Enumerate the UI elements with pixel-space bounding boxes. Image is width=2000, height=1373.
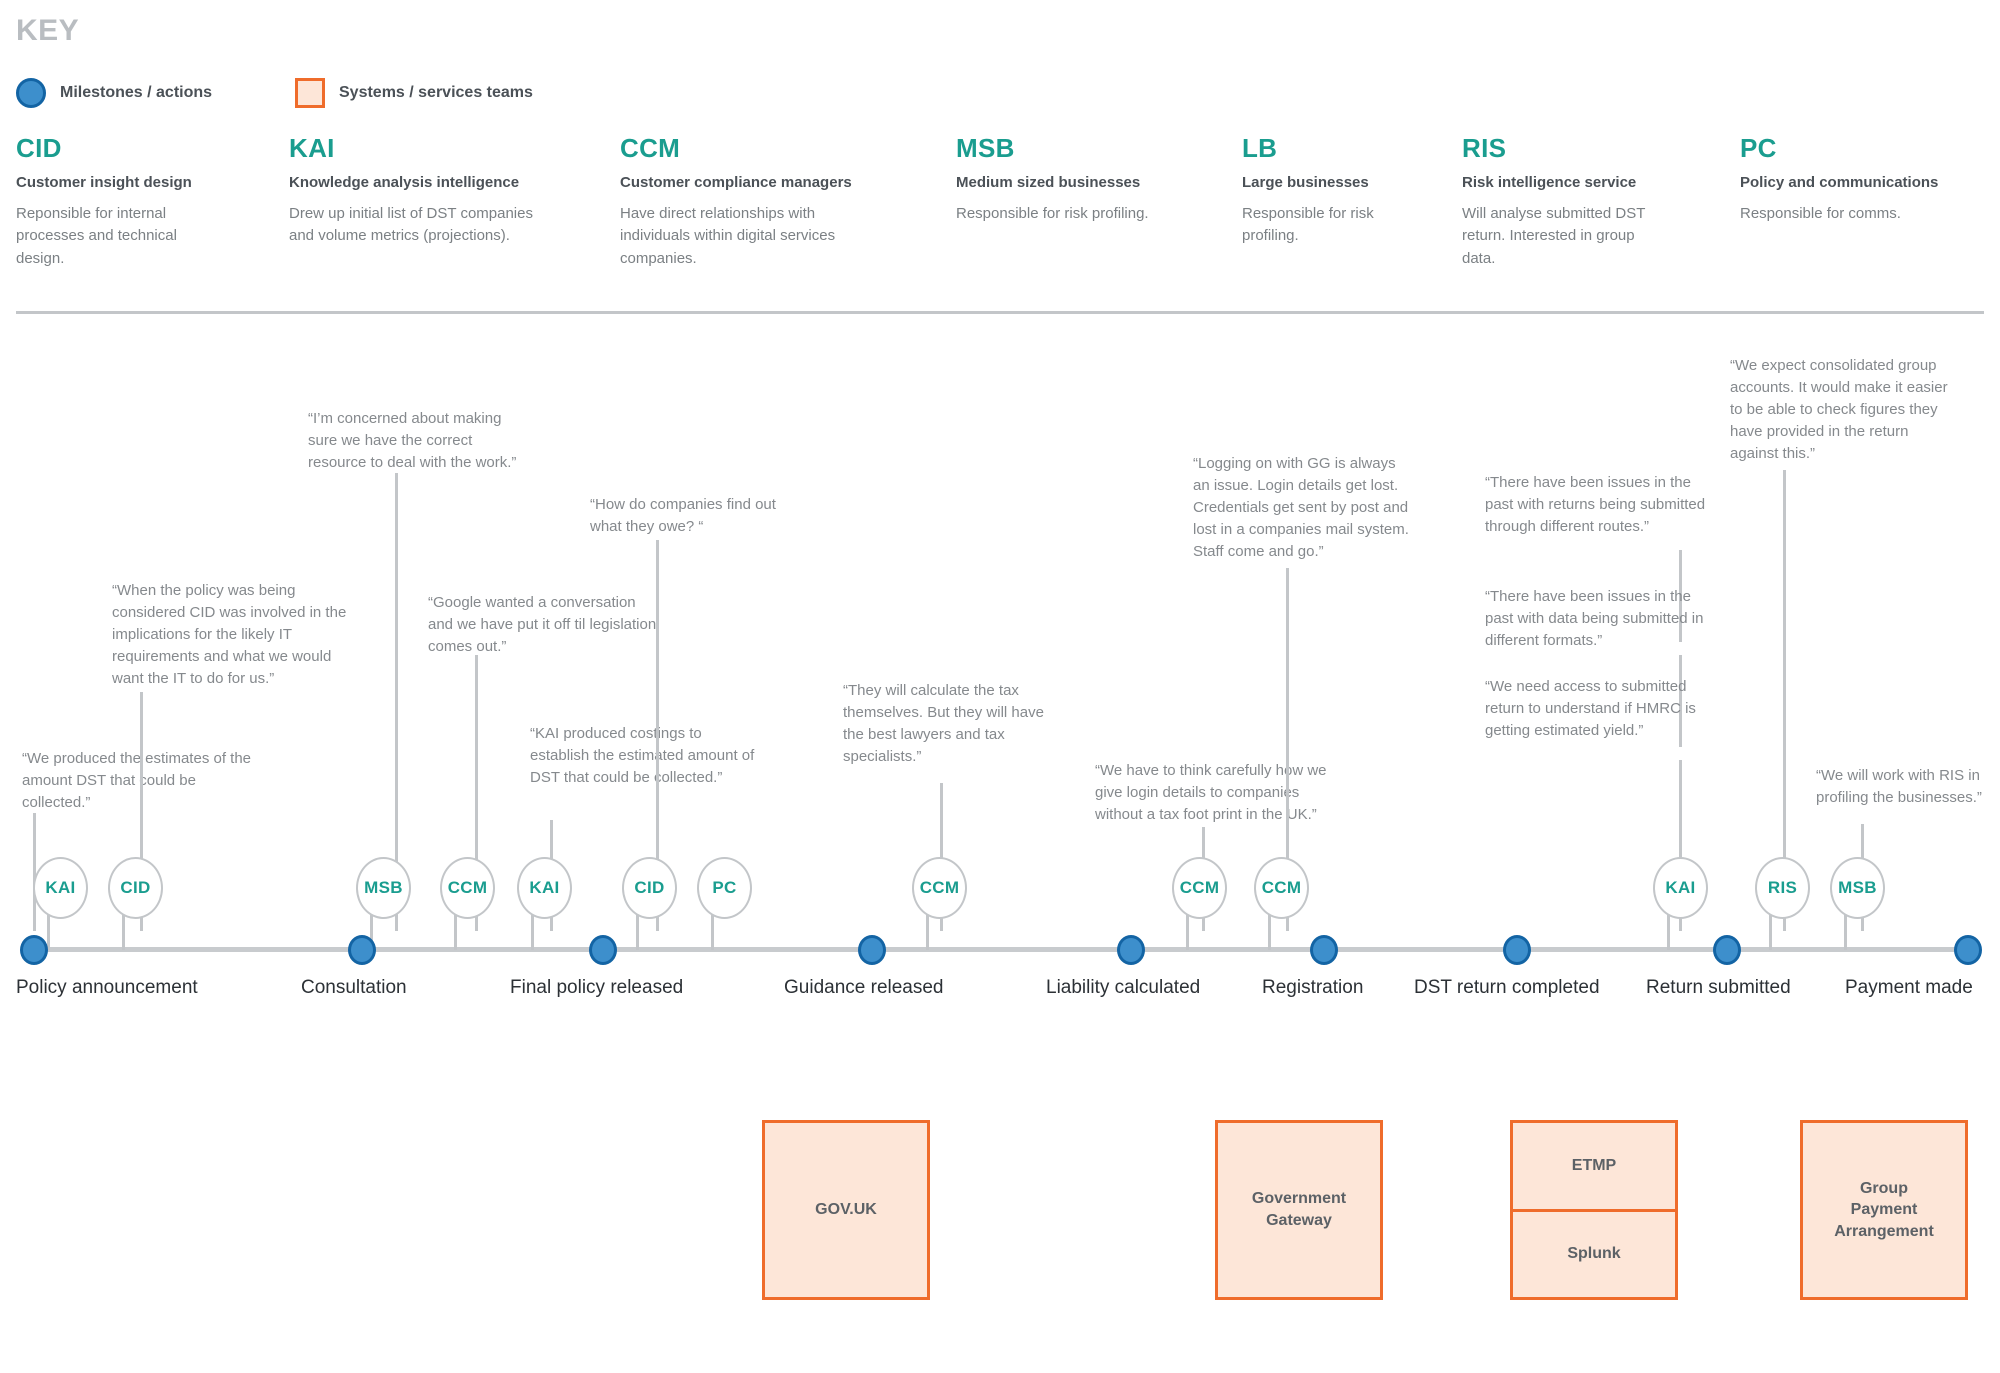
glossary-name: Customer insight design: [16, 174, 192, 191]
system-box-label: Government Gateway: [1251, 1190, 1347, 1229]
glossary-item-kai: KAI Knowledge analysis intelligence Drew u…: [289, 135, 534, 248]
glossary-description: Drew up initial list of DST companies an…: [289, 204, 533, 245]
glossary-name: Large businesses: [1242, 174, 1369, 191]
milestone-dot[interactable]: [1503, 935, 1531, 965]
glossary-name: Medium sized businesses: [956, 174, 1141, 191]
glossary-item-pc: PC Policy and communications Responsible f…: [1740, 135, 1970, 225]
team-node-kai[interactable]: KAI: [517, 857, 572, 919]
glossary-abbr: RIS: [1462, 133, 1507, 163]
milestone-dot[interactable]: [1954, 935, 1982, 965]
team-node-ris[interactable]: RIS: [1755, 857, 1810, 919]
quote-callout: “Logging on with GG is always an issue. …: [1193, 455, 1409, 561]
milestone-label: Policy announcement: [16, 977, 198, 998]
team-node-ccm[interactable]: CCM: [1172, 857, 1227, 919]
milestone-label: Return submitted: [1646, 977, 1791, 998]
legend-label-milestones: Milestones / actions: [60, 84, 213, 101]
system-box-label: GOV.UK: [815, 1201, 877, 1219]
team-node-msb[interactable]: MSB: [356, 857, 411, 919]
quote-callout: “There have been issues in the past with…: [1485, 588, 1704, 650]
quote-callout: “We need access to submitted return to u…: [1485, 678, 1696, 740]
milestone-label: DST return completed: [1414, 977, 1600, 998]
system-box[interactable]: ETMP Splunk: [1510, 1120, 1678, 1300]
glossary-abbr: LB: [1242, 133, 1278, 163]
team-node-kai[interactable]: KAI: [1653, 857, 1708, 919]
team-node-cid[interactable]: CID: [622, 857, 677, 919]
glossary-name: Risk intelligence service: [1462, 174, 1637, 191]
quote-callout: “There have been issues in the past with…: [1485, 474, 1706, 536]
quote-callout: “When the policy was being considered CI…: [112, 582, 347, 688]
glossary-abbr: PC: [1740, 133, 1777, 163]
quote-callout: “We will work with RIS in profiling the …: [1816, 767, 1982, 807]
quote-callout: “KAI produced costings to establish the …: [530, 725, 755, 787]
glossary-item-cid: CID Customer insight design Reponsible for…: [16, 135, 216, 270]
legend-label-systems: Systems / services teams: [339, 84, 533, 101]
milestone-dot-icon: [16, 78, 46, 108]
system-box-label: ETMP: [1571, 1156, 1617, 1174]
quote-callout: “Google wanted a conversation and we hav…: [428, 594, 657, 656]
milestone-label: Liability calculated: [1046, 977, 1201, 998]
quote-callout: “How do companies find out what they owe…: [590, 496, 776, 536]
milestone-label: Payment made: [1845, 977, 1973, 998]
glossary-name: Knowledge analysis intelligence: [289, 174, 520, 191]
glossary-description: Responsible for comms.: [1740, 204, 1901, 222]
team-node-kai[interactable]: KAI: [33, 857, 88, 919]
milestone-dot[interactable]: [1117, 935, 1145, 965]
timeline-axis: [28, 947, 1973, 952]
milestone-dot[interactable]: [20, 935, 48, 965]
glossary-item-lb: LB Large businesses Responsible for risk p…: [1242, 135, 1412, 248]
team-node-msb[interactable]: MSB: [1830, 857, 1885, 919]
systems-square-icon: [295, 78, 325, 108]
milestone-label: Consultation: [301, 977, 407, 998]
glossary-description: Responsible for risk profiling.: [956, 204, 1149, 222]
milestone-label: Guidance released: [784, 977, 944, 998]
legend-item-systems: Systems / services teams: [295, 78, 533, 108]
section-divider: [16, 311, 1984, 314]
milestone-dot[interactable]: [1713, 935, 1741, 965]
quote-callout: “I’m concerned about making sure we have…: [308, 410, 517, 472]
system-box-label: Group Payment Arrangement: [1834, 1179, 1934, 1240]
glossary-abbr: CCM: [620, 133, 681, 163]
glossary-item-ris: RIS Risk intelligence service Will analys…: [1462, 135, 1662, 270]
quote-callout: “We expect consolidated group accounts. …: [1730, 357, 1948, 463]
glossary-name: Customer compliance managers: [620, 174, 852, 191]
system-box[interactable]: Group Payment Arrangement: [1800, 1120, 1968, 1300]
glossary-abbr: CID: [16, 133, 62, 163]
glossary-description: Will analyse submitted DST return. Inter…: [1462, 204, 1646, 267]
glossary-abbr: MSB: [956, 133, 1015, 163]
team-node-pc[interactable]: PC: [697, 857, 752, 919]
milestone-dot[interactable]: [858, 935, 886, 965]
system-box[interactable]: Government Gateway: [1215, 1120, 1383, 1300]
milestone-label: Final policy released: [510, 977, 684, 998]
glossary-description: Have direct relationships with individua…: [620, 204, 836, 267]
quote-callout: “We have to think carefully how we give …: [1095, 762, 1327, 824]
glossary-item-msb: MSB Medium sized businesses Responsible fo…: [956, 135, 1156, 225]
milestone-dot[interactable]: [1310, 935, 1338, 965]
system-box-label: Splunk: [1513, 1208, 1675, 1298]
milestone-dot[interactable]: [348, 935, 376, 965]
milestone-label: Registration: [1262, 977, 1364, 998]
glossary-item-ccm: CCM Customer compliance managers Have dire…: [620, 135, 865, 270]
team-node-ccm[interactable]: CCM: [912, 857, 967, 919]
system-box[interactable]: GOV.UK: [762, 1120, 930, 1300]
team-node-ccm[interactable]: CCM: [1254, 857, 1309, 919]
team-node-cid[interactable]: CID: [108, 857, 163, 919]
team-node-ccm[interactable]: CCM: [440, 857, 495, 919]
key-title: KEY: [16, 14, 80, 47]
legend-item-milestones: Milestones / actions: [16, 78, 212, 108]
glossary-description: Reponsible for internal processes and te…: [16, 204, 177, 267]
glossary-abbr: KAI: [289, 133, 335, 163]
team-glossary: CID Customer insight design Reponsible for…: [0, 135, 2000, 275]
glossary-description: Responsible for risk profiling.: [1242, 204, 1374, 245]
milestone-dot[interactable]: [589, 935, 617, 965]
quote-callout: “They will calculate the tax themselves.…: [843, 682, 1044, 766]
glossary-name: Policy and communications: [1740, 174, 1939, 191]
